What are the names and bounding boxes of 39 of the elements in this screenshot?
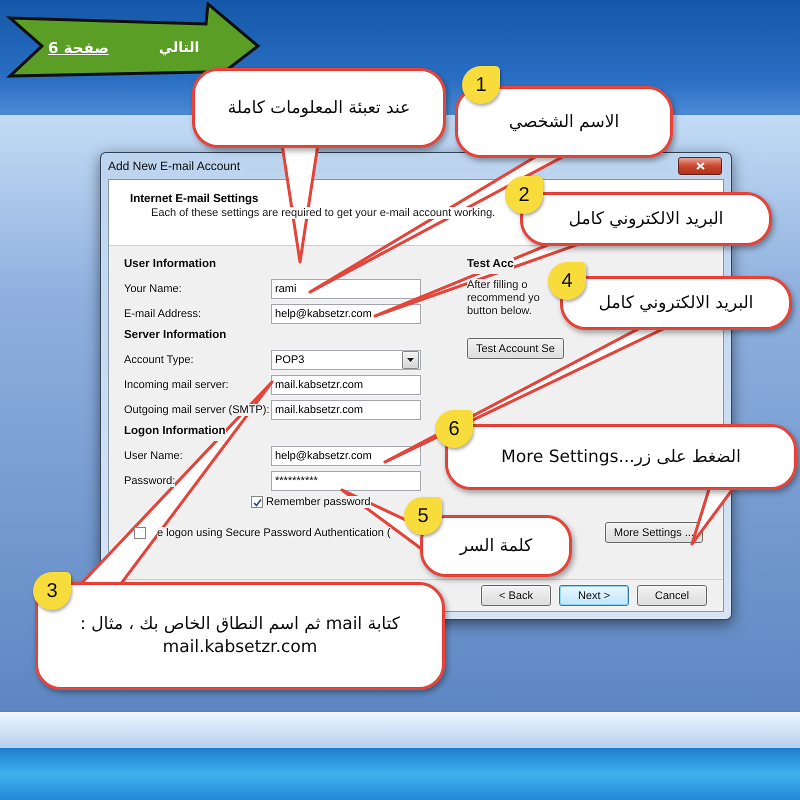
test-settings-button[interactable]: Test Account Se xyxy=(467,338,564,359)
input-field[interactable]: help@kabsetzr.com xyxy=(271,304,421,324)
checkbox-label: Remember password xyxy=(266,496,371,508)
window-title: Add New E-mail Account xyxy=(108,159,240,173)
group-heading: Test Acc xyxy=(467,258,514,274)
caret-icon xyxy=(407,358,414,362)
callout-text: البريد الالكتروني كامل xyxy=(598,292,754,314)
close-icon xyxy=(696,162,704,170)
input-field[interactable]: rami xyxy=(271,279,421,299)
more-settings-button[interactable]: More Settings ... xyxy=(604,522,703,543)
dropdown-field[interactable]: POP3 xyxy=(271,350,421,370)
section-subtitle: Each of these settings are required to get your e-mail account working. xyxy=(151,207,496,219)
section-title: Internet E-mail Settings xyxy=(130,193,258,205)
callout-text: البريد الالكتروني كامل xyxy=(568,208,724,230)
callout-text: كلمة السر xyxy=(460,534,532,558)
field-label: Incoming mail server: xyxy=(124,379,229,391)
input-field[interactable]: help@kabsetzr.com xyxy=(271,446,421,466)
checkbox-label: e logon using Secure Password Authentication ( xyxy=(157,526,391,538)
field-label: Account Type: xyxy=(124,354,194,366)
checkbox[interactable] xyxy=(134,526,146,538)
callout-text: الاسم الشخصي xyxy=(508,110,620,134)
field-label: User Name: xyxy=(124,450,183,462)
dialog-button[interactable]: < Back xyxy=(481,585,551,606)
field-label: Outgoing mail server (SMTP): xyxy=(124,404,270,416)
field-label: Your Name: xyxy=(124,283,182,295)
field-label: E-mail Address: xyxy=(124,308,202,320)
field-label: Password: xyxy=(124,475,176,487)
input-field[interactable]: mail.kabsetzr.com xyxy=(271,375,421,395)
close-button[interactable] xyxy=(678,157,722,175)
checkmark-icon xyxy=(252,498,262,506)
input-field[interactable]: mail.kabsetzr.com xyxy=(271,400,421,420)
callout-text: كتابة mail ثم اسم النطاق الخاص بك ، مثال : mail.kabsetzr.com xyxy=(80,613,400,659)
callout-text: الضغط على زر...More Settings xyxy=(501,446,741,468)
input-field[interactable]: ********** xyxy=(271,471,421,491)
checkbox[interactable] xyxy=(251,496,263,508)
dialog-button[interactable]: Next > xyxy=(559,585,629,606)
group-heading: Logon Information xyxy=(124,425,226,441)
dialog-button[interactable]: Cancel xyxy=(637,585,707,606)
callout-text: عند تعبئة المعلومات كاملة xyxy=(228,96,410,120)
